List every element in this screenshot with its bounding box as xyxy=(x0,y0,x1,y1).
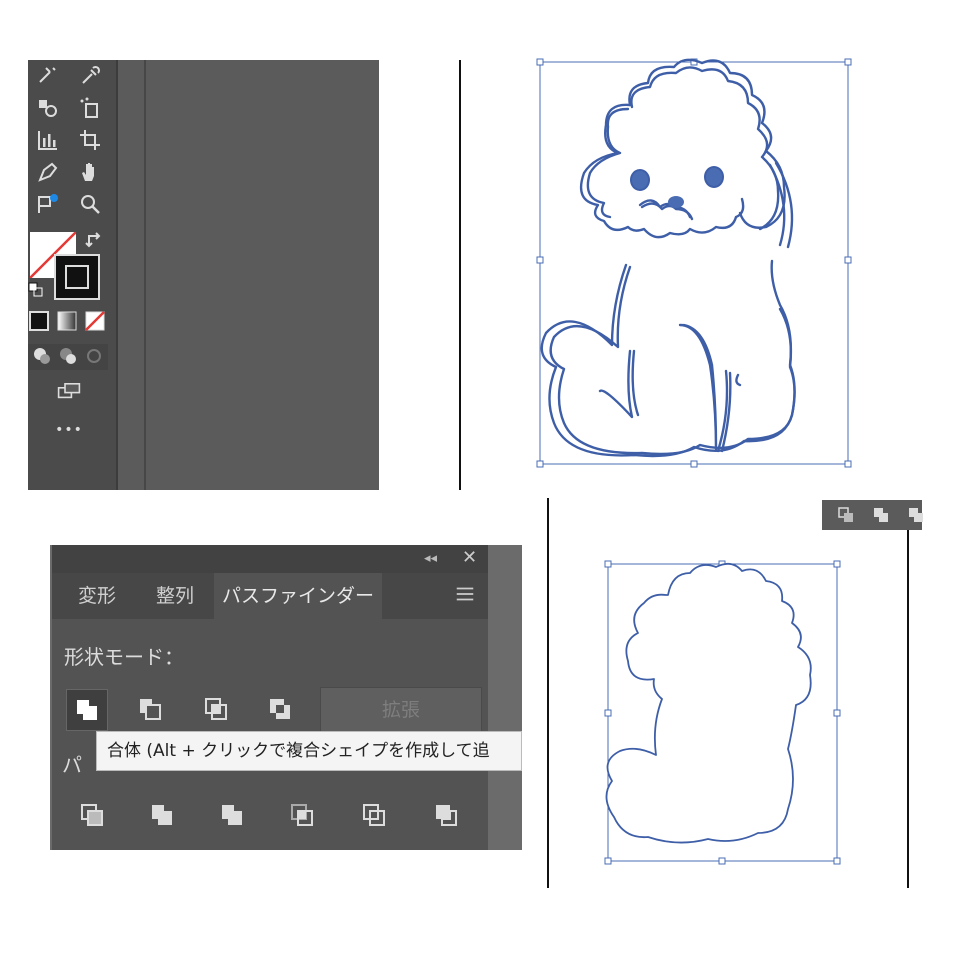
outline-button[interactable] xyxy=(354,795,394,835)
draw-inside-icon[interactable] xyxy=(82,344,106,368)
pen-tool-icon[interactable] xyxy=(34,158,62,186)
tab-pathfinder[interactable]: パスファインダー xyxy=(214,573,382,619)
shape-modes-label: 形状モード： xyxy=(64,645,184,669)
minus-front-icon xyxy=(140,699,161,720)
exclude-button[interactable] xyxy=(260,689,300,729)
minus-front-button[interactable] xyxy=(130,689,170,729)
column-graph-icon[interactable] xyxy=(34,126,62,154)
minus-back-icon xyxy=(436,805,457,826)
intersect-button[interactable] xyxy=(196,689,236,729)
crop-icon xyxy=(291,804,313,826)
exclude-icon xyxy=(270,699,290,719)
live-paint-icon[interactable] xyxy=(34,190,62,218)
pathfinder-mini-toolbar xyxy=(822,500,923,530)
screen-mode-icon[interactable] xyxy=(54,378,84,404)
poodle-silhouette[interactable] xyxy=(600,555,845,870)
color-mode-icon[interactable] xyxy=(28,310,50,332)
panel-tabs: 変形 整列 パスファインダー xyxy=(52,573,488,619)
minus-back-button[interactable] xyxy=(426,795,466,835)
divide-button[interactable] xyxy=(72,795,112,835)
selection-bounding-box xyxy=(539,61,849,465)
stroke-swatch[interactable] xyxy=(54,254,100,300)
merge-button[interactable] xyxy=(212,795,252,835)
close-panel-icon[interactable]: ✕ xyxy=(462,547,477,568)
trim-button[interactable] xyxy=(142,795,182,835)
artboard-tool-icon[interactable] xyxy=(76,126,104,154)
more-tools-button[interactable]: ••• xyxy=(54,422,84,438)
expand-button[interactable]: 拡張 xyxy=(320,687,482,733)
intersect-icon xyxy=(205,698,227,720)
artboard-edge-left xyxy=(547,498,549,888)
trim-icon[interactable] xyxy=(867,501,895,529)
poodle-lineart[interactable] xyxy=(530,55,860,475)
crop-button[interactable] xyxy=(282,795,322,835)
zoom-tool-icon[interactable] xyxy=(76,190,104,218)
draw-behind-icon[interactable] xyxy=(56,344,80,368)
unite-button[interactable] xyxy=(66,689,108,731)
artboard-edge-right xyxy=(907,530,909,888)
default-colors-icon[interactable] xyxy=(28,282,44,298)
tab-transform[interactable]: 変形 xyxy=(58,573,136,619)
tooltip: 合体 (Alt + クリックで複合シェイプを作成して追 xyxy=(96,731,522,771)
merge-icon xyxy=(222,805,242,825)
merge-icon[interactable] xyxy=(902,501,930,529)
panel-menu-icon[interactable] xyxy=(454,583,478,609)
tab-align[interactable]: 整列 xyxy=(136,573,214,619)
tools-panel: ••• xyxy=(28,60,379,490)
divide-icon[interactable] xyxy=(832,501,860,529)
trim-icon xyxy=(152,805,172,825)
unite-icon xyxy=(77,700,97,720)
blend-tool-icon[interactable] xyxy=(34,94,62,122)
divide-icon xyxy=(81,804,103,826)
symbol-sprayer-icon[interactable] xyxy=(76,94,104,122)
outline-icon xyxy=(363,804,385,826)
none-mode-icon[interactable] xyxy=(84,310,106,332)
width-tool-icon[interactable] xyxy=(34,62,62,90)
pathfinder-panel: ◂◂ ✕ 変形 整列 パスファインダー 形状モード： 拡張 パ xyxy=(52,545,488,850)
collapse-panel-icon[interactable]: ◂◂ xyxy=(424,551,437,566)
panel-titlebar[interactable]: ◂◂ ✕ xyxy=(52,545,488,573)
hand-tool-icon[interactable] xyxy=(76,158,104,186)
pathfinders-label: パ xyxy=(62,753,82,777)
artboard-edge xyxy=(459,60,461,490)
draw-normal-icon[interactable] xyxy=(30,344,54,368)
swap-fill-stroke-icon[interactable] xyxy=(82,228,108,252)
gradient-mode-icon[interactable] xyxy=(56,310,78,332)
eyedropper-icon[interactable] xyxy=(76,62,104,90)
